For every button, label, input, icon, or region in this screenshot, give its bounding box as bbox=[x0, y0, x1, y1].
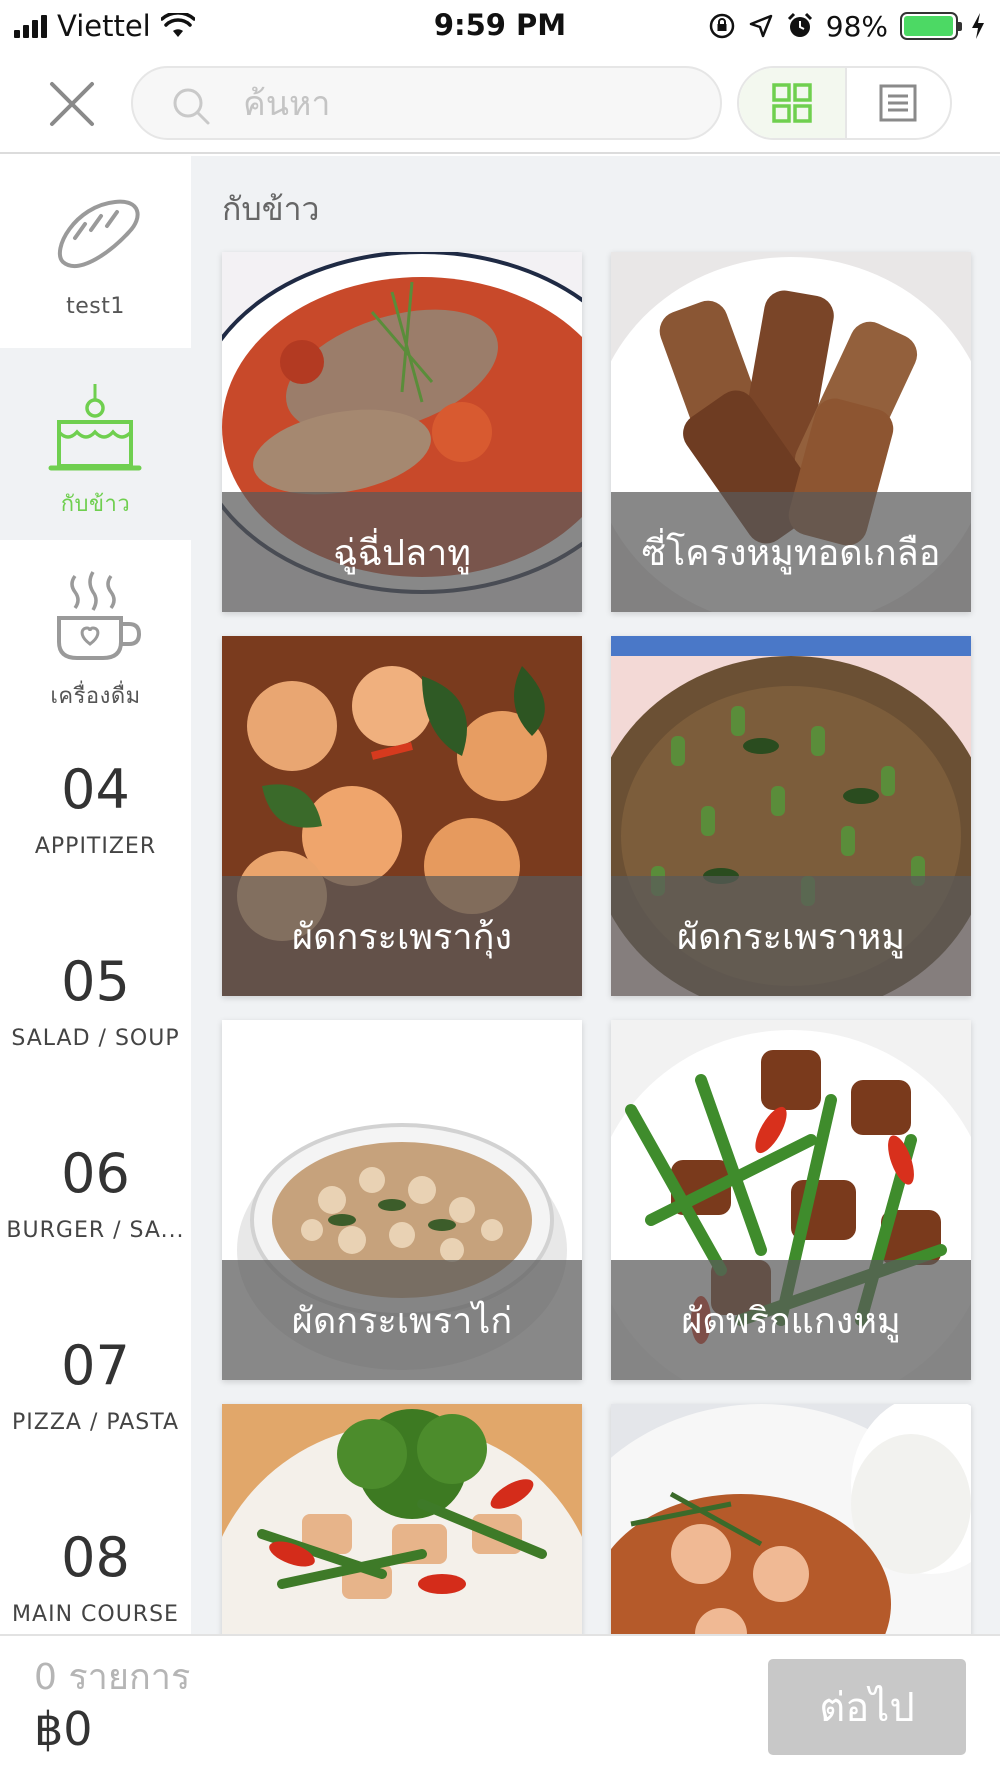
menu-item-label-bar: ซี่โครงหมูทอดเกลือ bbox=[611, 492, 971, 612]
menu-item-card[interactable]: ผัดพริกแกงหมู bbox=[611, 1020, 971, 1380]
search-input[interactable] bbox=[243, 76, 703, 132]
category-number: 08 bbox=[61, 1526, 130, 1589]
menu-item-label-bar: ผัดกระเพราหมู bbox=[611, 876, 971, 996]
menu-item-label-bar: ผัดกระเพราไก่ bbox=[222, 1260, 582, 1380]
section-title: กับข้าว bbox=[222, 190, 320, 228]
category-name: MAIN COURSE bbox=[12, 1602, 179, 1627]
menu-item-card[interactable]: ผัดกระเพราไก่ bbox=[222, 1020, 582, 1380]
category-name: APPITIZER bbox=[34, 834, 157, 859]
pos-order-screen: Viettel 9:59 PM 98% ค้นหา test1 กับข้าว … bbox=[0, 0, 1000, 1778]
cake-icon bbox=[48, 384, 142, 471]
category-item-test1[interactable]: test1 bbox=[0, 156, 191, 348]
menu-item-card[interactable]: ฉู่ฉี่ปลาทู bbox=[222, 252, 582, 612]
alarm-icon bbox=[787, 12, 812, 37]
category-item-drinks[interactable]: เครื่องดื่ม bbox=[0, 540, 191, 732]
next-button[interactable]: ต่อไป bbox=[768, 1659, 966, 1755]
rotation-lock-icon bbox=[709, 13, 735, 39]
list-view-icon bbox=[879, 84, 917, 122]
category-label: test1 bbox=[66, 294, 125, 319]
category-item-appetizer[interactable]: 04 APPITIZER bbox=[0, 732, 191, 924]
menu-item-card[interactable]: ซี่โครงหมูทอดเกลือ bbox=[611, 252, 971, 612]
item-count: 0 รายการ bbox=[34, 1657, 191, 1698]
category-item-kab-khao[interactable]: กับข้าว bbox=[0, 348, 191, 540]
battery-percent: 98% bbox=[825, 9, 888, 43]
header-toolbar bbox=[0, 52, 1000, 154]
category-number: 05 bbox=[61, 950, 130, 1013]
category-label: เครื่องดื่ม bbox=[50, 684, 141, 709]
search-icon bbox=[173, 88, 210, 125]
total-price: ฿0 bbox=[34, 1702, 93, 1756]
menu-item-card[interactable]: ผัดกระเพรากุ้ง bbox=[222, 636, 582, 996]
category-number: 07 bbox=[61, 1334, 130, 1397]
category-name: PIZZA / PASTA bbox=[12, 1410, 179, 1435]
category-sidebar: test1 กับข้าว เครื่องดื่ม 04 APPITIZER 0… bbox=[0, 156, 191, 1634]
charging-bolt-icon bbox=[972, 13, 984, 39]
order-footer: 0 รายการ ฿0 ต่อไป bbox=[0, 1634, 1000, 1778]
grid-view-button[interactable] bbox=[739, 68, 845, 138]
menu-item-name: ฉู่ฉี่ปลาทู bbox=[333, 532, 471, 574]
menu-item-card[interactable] bbox=[222, 1404, 582, 1634]
menu-item-name: ผัดกระเพรากุ้ง bbox=[292, 916, 512, 958]
coffee-cup-icon bbox=[57, 571, 142, 660]
menu-item-label-bar: ผัดกระเพรากุ้ง bbox=[222, 876, 582, 996]
view-mode-toggle bbox=[737, 66, 952, 140]
status-bar: Viettel 9:59 PM 98% bbox=[0, 0, 1000, 52]
category-item-salad-soup[interactable]: 05 SALAD / SOUP bbox=[0, 924, 191, 1116]
food-photo bbox=[222, 1404, 582, 1634]
status-right: 98% bbox=[708, 8, 986, 44]
category-item-pizza-pasta[interactable]: 07 PIZZA / PASTA bbox=[0, 1308, 191, 1500]
menu-content: กับข้าว ฉู่ฉี่ปลาทู ซี่โครงหมูทอดเกลือ ผ… bbox=[191, 156, 1000, 1634]
food-photo bbox=[611, 1404, 971, 1634]
menu-item-name: ผัดกระเพราไก่ bbox=[291, 1300, 513, 1342]
bread-icon bbox=[57, 199, 140, 268]
menu-item-card[interactable] bbox=[611, 1404, 971, 1634]
menu-item-label-bar: ผัดพริกแกงหมู bbox=[611, 1260, 971, 1380]
close-icon bbox=[50, 82, 94, 126]
menu-item-label-bar: ฉู่ฉี่ปลาทู bbox=[222, 492, 582, 612]
menu-item-card[interactable]: ผัดกระเพราหมู bbox=[611, 636, 971, 996]
search-box[interactable] bbox=[131, 66, 722, 140]
category-item-main-course[interactable]: 08 MAIN COURSE bbox=[0, 1500, 191, 1634]
list-view-button[interactable] bbox=[844, 68, 951, 138]
category-name: BURGER / SA... bbox=[6, 1218, 185, 1243]
category-number: 04 bbox=[61, 758, 130, 821]
battery-fill bbox=[904, 16, 953, 36]
category-number: 06 bbox=[61, 1142, 130, 1205]
category-label: กับข้าว bbox=[60, 492, 131, 517]
menu-item-name: ผัดพริกแกงหมู bbox=[681, 1300, 901, 1342]
menu-item-name: ผัดกระเพราหมู bbox=[677, 916, 905, 958]
location-arrow-icon bbox=[749, 14, 773, 38]
close-button[interactable] bbox=[46, 78, 98, 130]
menu-item-name: ซี่โครงหมูทอดเกลือ bbox=[641, 532, 941, 574]
category-item-burger[interactable]: 06 BURGER / SA... bbox=[0, 1116, 191, 1308]
grid-view-icon bbox=[772, 83, 812, 123]
battery-icon bbox=[900, 12, 962, 40]
category-name: SALAD / SOUP bbox=[11, 1026, 180, 1051]
